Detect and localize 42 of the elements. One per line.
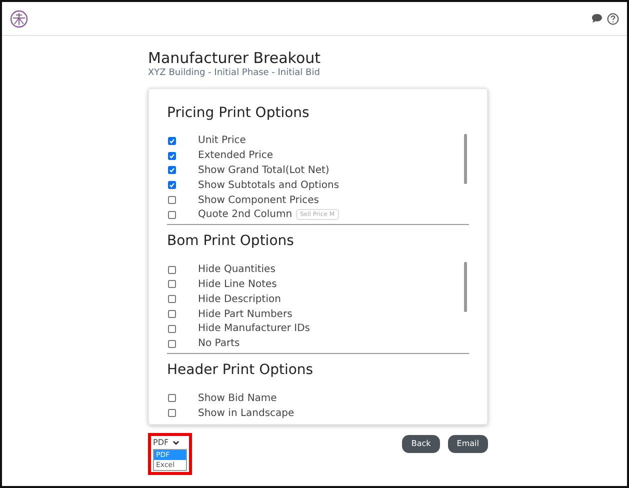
chat-icon[interactable]	[591, 13, 603, 24]
option-label: Hide Description	[198, 292, 281, 307]
option-label: Hide Line Notes	[198, 278, 277, 292]
checkbox[interactable]	[168, 295, 176, 304]
page-subtitle: XYZ Building - Initial Phase - Initial Bid	[148, 67, 321, 80]
page-title: Manufacturer Breakout	[148, 49, 322, 67]
option-label: Show Grand Total(Lot Net)	[198, 164, 330, 178]
option-label: Show Component Prices	[198, 194, 320, 208]
option-label: Hide Quantities	[198, 263, 276, 278]
checkbox[interactable]	[168, 210, 176, 219]
checkbox[interactable]	[168, 324, 176, 333]
checkbox[interactable]	[168, 136, 176, 145]
checkbox[interactable]	[168, 152, 176, 160]
checkbox[interactable]	[168, 266, 176, 274]
section-heading: Bom Print Options	[167, 232, 295, 252]
checkbox[interactable]	[168, 181, 176, 190]
action-button[interactable]: Email	[448, 434, 488, 452]
section-heading: Header Print Options	[167, 361, 314, 380]
action-button[interactable]: Back	[402, 434, 440, 452]
scrollbar[interactable]	[464, 262, 467, 312]
section-heading: Pricing Print Options	[167, 104, 310, 122]
checkbox[interactable]	[168, 394, 176, 402]
option-label: Show Subtotals and Options	[198, 178, 340, 193]
checkbox[interactable]	[168, 166, 176, 174]
checkbox[interactable]	[168, 196, 176, 204]
caret-icon	[172, 440, 179, 444]
select-value: PDF	[153, 436, 169, 448]
checkbox[interactable]	[168, 340, 176, 348]
checkbox[interactable]	[168, 310, 176, 318]
scrollbar[interactable]	[464, 134, 467, 184]
checkbox[interactable]	[168, 280, 176, 288]
logo-icon[interactable]	[10, 10, 28, 28]
option-label: Extended Price	[198, 149, 274, 164]
option-label: No Parts	[198, 337, 240, 352]
option-label: Show Bid Name	[198, 392, 277, 406]
option-label: Unit Price	[198, 134, 246, 148]
option-label: Show in Landscape	[198, 406, 294, 421]
option-label: Hide Manufacturer IDs	[198, 322, 310, 336]
option-label: Quote 2nd Column	[198, 208, 292, 222]
option-label: Hide Part Numbers	[198, 308, 292, 322]
help-icon[interactable]	[607, 12, 619, 24]
checkbox[interactable]	[168, 409, 176, 418]
